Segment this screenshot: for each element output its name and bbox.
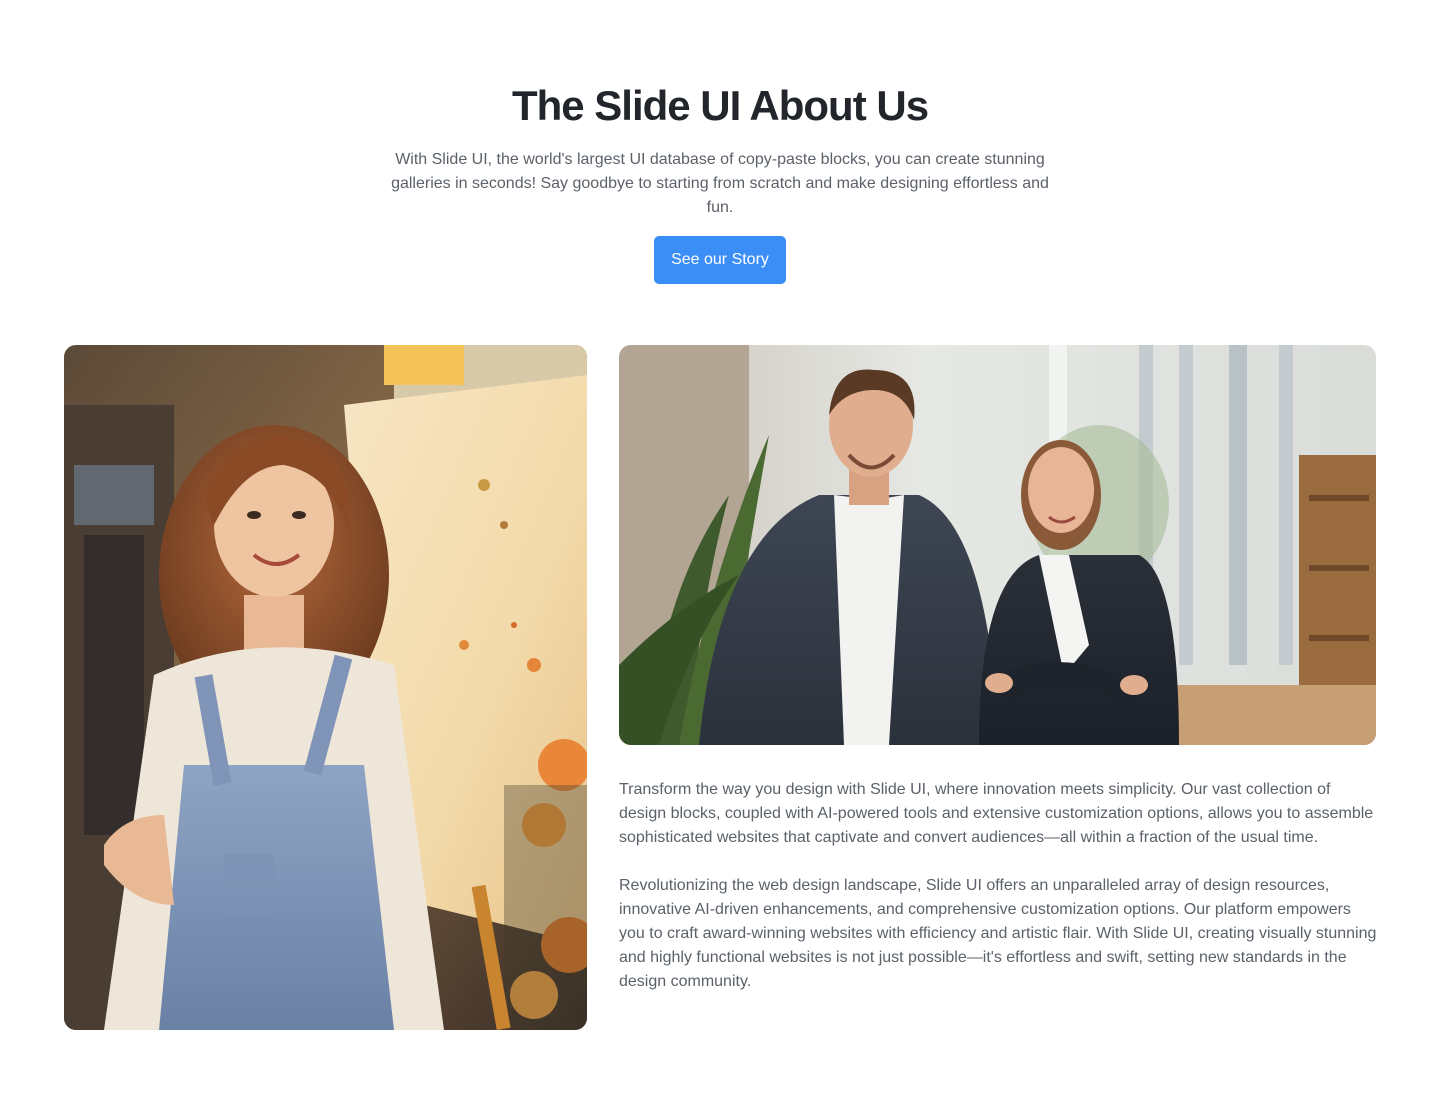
- business-duo-image: [619, 345, 1376, 745]
- business-duo-photo: [619, 345, 1376, 745]
- hero-subtitle: With Slide UI, the world's largest UI da…: [391, 151, 1049, 216]
- page-title: The Slide UI About Us: [511, 82, 929, 129]
- see-our-story-button[interactable]: See our Story: [654, 236, 786, 284]
- painter-portrait-image: [64, 345, 587, 1030]
- description-paragraph-1: Transform the way you design with Slide …: [619, 781, 1374, 846]
- about-description: Transform the way you design with Slide …: [619, 778, 1379, 994]
- description-paragraph-2: Revolutionizing the web design landscape…: [619, 877, 1377, 990]
- about-us-page: The Slide UI About Us With Slide UI, the…: [0, 0, 1440, 1110]
- hero-section: The Slide UI About Us With Slide UI, the…: [0, 80, 1440, 284]
- portrait-painter-photo: [64, 345, 587, 1030]
